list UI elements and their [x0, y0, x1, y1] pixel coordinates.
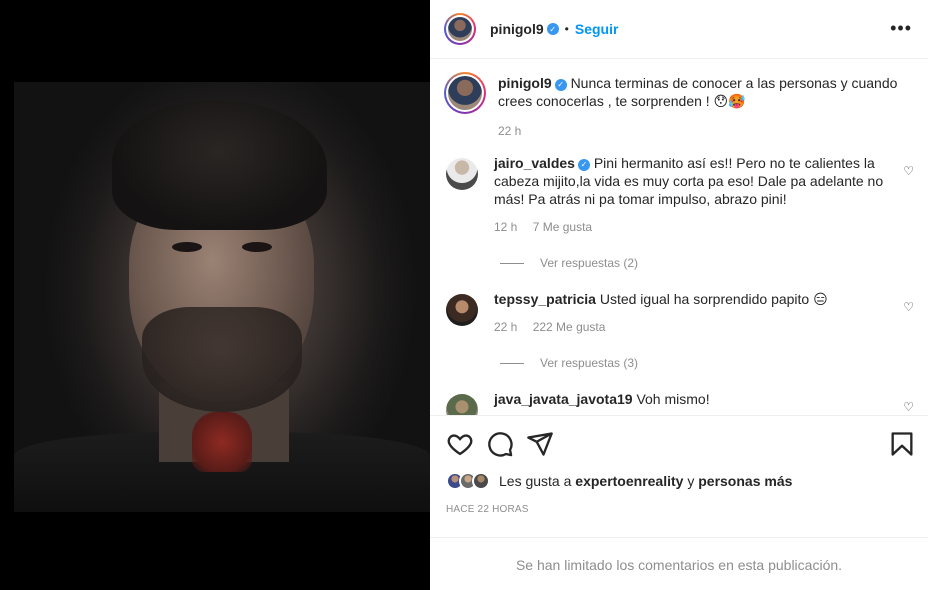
bookmark-icon[interactable] — [888, 430, 916, 458]
comments-limited-notice: Se han limitado los comentarios en esta … — [430, 537, 928, 590]
commenter-avatar[interactable] — [446, 394, 478, 415]
caption-username[interactable]: pinigol9 — [498, 75, 552, 91]
comment-text: Usted igual ha sorprendido papito 😑 — [599, 291, 828, 307]
caption-time[interactable]: 22 h — [498, 124, 521, 138]
heart-icon[interactable] — [446, 430, 474, 458]
comment-text: Voh mismo! — [636, 391, 710, 407]
post-header: pinigol9 ✓ • Seguir ••• — [430, 0, 928, 59]
commenter-avatar[interactable] — [446, 294, 478, 326]
replies-divider — [500, 262, 524, 264]
photo-hair — [112, 100, 327, 230]
comment-icon[interactable] — [486, 430, 514, 458]
view-replies-label: Ver respuestas (3) — [540, 356, 639, 370]
comment-like-heart-icon[interactable]: ♡ — [903, 164, 914, 178]
comment-time[interactable]: 22 h — [494, 320, 517, 334]
post-media-pane — [0, 0, 430, 590]
post-time-ago[interactable]: HACE 22 HORAS — [446, 504, 529, 515]
comment-likes[interactable]: 7 Me gusta — [533, 220, 592, 234]
post-photo[interactable] — [14, 82, 430, 512]
likes-and: y — [687, 473, 695, 489]
post-caption: pinigol9 ✓ Nunca terminas de conocer a la… — [444, 72, 914, 140]
follow-button[interactable]: Seguir — [575, 21, 619, 37]
view-replies-label: Ver respuestas (2) — [540, 256, 639, 270]
likes-others-link[interactable]: personas más — [698, 473, 792, 489]
verified-badge-icon: ✓ — [546, 23, 559, 35]
verified-badge-icon: ✓ — [577, 159, 590, 171]
author-username[interactable]: pinigol9 — [490, 21, 544, 37]
post-sidebar: pinigol9 ✓ • Seguir ••• pinigol9 ✓ Nunca … — [430, 0, 928, 590]
commenter-avatar[interactable] — [446, 158, 478, 190]
photo-eye-right — [242, 242, 272, 252]
liker-avatar — [472, 472, 490, 490]
share-icon[interactable] — [526, 430, 554, 458]
view-replies-button[interactable]: Ver respuestas (2) — [500, 256, 638, 270]
separator-dot: • — [564, 22, 569, 36]
author-avatar[interactable] — [444, 13, 476, 45]
commenter-username[interactable]: java_javata_javota19 — [494, 391, 633, 407]
likes-prefix: Les gusta a — [499, 473, 572, 489]
likes-user-link[interactable]: expertoenreality — [575, 473, 683, 489]
comment-time[interactable]: 12 h — [494, 220, 517, 234]
action-icons-bar — [444, 430, 914, 458]
comment-likes[interactable]: 222 Me gusta — [533, 320, 606, 334]
post-actions: Les gusta a expertoenreality y personas … — [430, 415, 928, 590]
comments-list[interactable]: pinigol9 ✓ Nunca terminas de conocer a la… — [430, 60, 928, 415]
commenter-username[interactable]: jairo_valdes — [494, 155, 575, 171]
photo-beard — [142, 307, 302, 412]
comment-item: java_javata_javota19 Voh mismo! ♡ — [444, 390, 914, 415]
more-options-icon[interactable]: ••• — [890, 18, 912, 39]
commenter-username[interactable]: tepssy_patricia — [494, 291, 596, 307]
replies-divider — [500, 362, 524, 364]
comment-item: tepssy_patricia Usted igual ha sorprendi… — [444, 290, 914, 336]
view-replies-button[interactable]: Ver respuestas (3) — [500, 356, 638, 370]
comment-like-heart-icon[interactable]: ♡ — [903, 400, 914, 414]
comment-item: jairo_valdes ✓ Pini hermanito así es!! Pe… — [444, 154, 914, 236]
comment-like-heart-icon[interactable]: ♡ — [903, 300, 914, 314]
caption-avatar[interactable] — [444, 72, 486, 114]
photo-neck-tattoo — [192, 412, 252, 472]
verified-badge-icon: ✓ — [554, 79, 567, 91]
likes-summary: Les gusta a expertoenreality y personas … — [446, 472, 792, 490]
photo-eye-left — [172, 242, 202, 252]
